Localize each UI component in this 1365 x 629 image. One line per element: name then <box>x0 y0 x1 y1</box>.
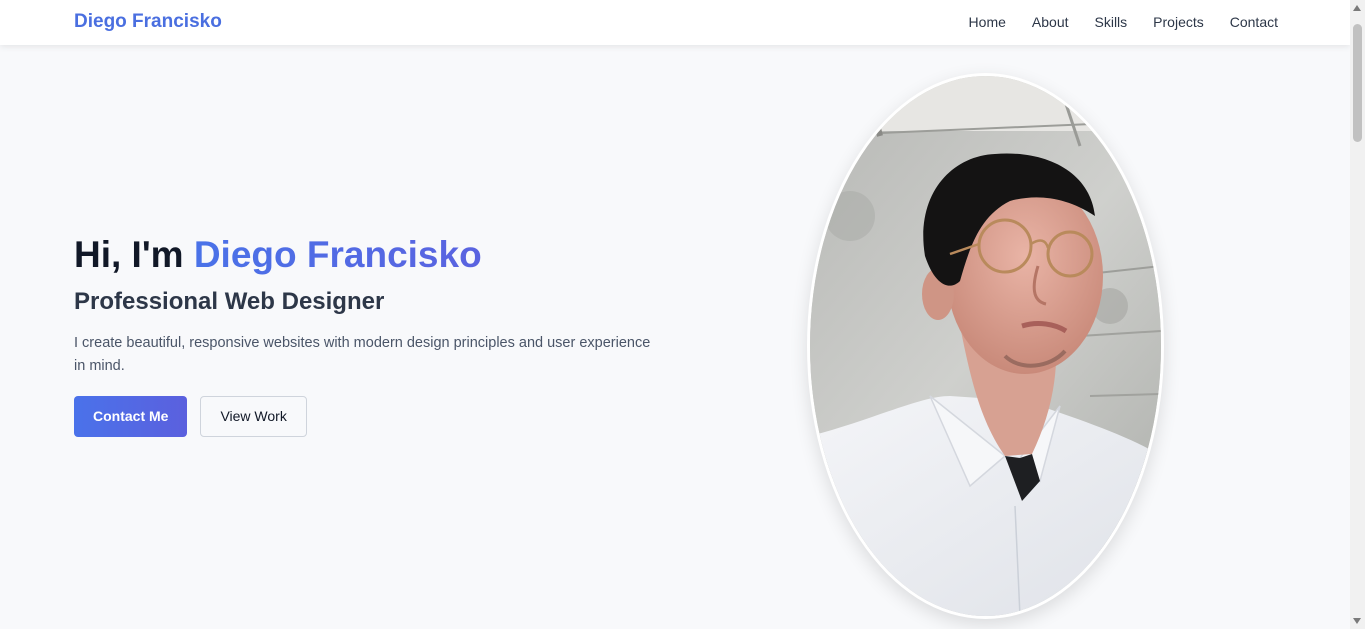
view-work-button[interactable]: View Work <box>200 395 307 437</box>
nav-link-home[interactable]: Home <box>969 14 1006 30</box>
hero-title: Hi, I'm Diego Francisko <box>74 234 664 276</box>
contact-me-button[interactable]: Contact Me <box>74 395 188 437</box>
hero-buttons: Contact Me View Work <box>74 395 664 437</box>
nav-link-skills[interactable]: Skills <box>1095 14 1128 30</box>
brand-logo[interactable]: Diego Francisko <box>74 11 222 33</box>
scroll-down-arrow-icon[interactable] <box>1353 618 1361 624</box>
scroll-up-arrow-icon[interactable] <box>1353 5 1361 11</box>
hero-subtitle: Professional Web Designer <box>74 287 385 315</box>
navbar: Diego Francisko Home About Skills Projec… <box>0 0 1350 45</box>
hero-name: Diego Francisko <box>193 234 482 275</box>
nav-menu: Home About Skills Projects Contact <box>969 14 1278 30</box>
page-scrollbar[interactable] <box>1350 0 1365 629</box>
nav-link-contact[interactable]: Contact <box>1230 14 1278 30</box>
nav-link-about[interactable]: About <box>1032 14 1069 30</box>
nav-link-projects[interactable]: Projects <box>1153 14 1204 30</box>
hero-section: Hi, I'm Diego Francisko Professional Web… <box>0 45 1350 629</box>
portrait-illustration <box>810 76 1161 616</box>
hero-description: I create beautiful, responsive websites … <box>74 334 651 374</box>
hero-greeting: Hi, I'm <box>74 234 194 275</box>
scroll-thumb[interactable] <box>1353 24 1362 142</box>
hero-text: Hi, I'm Diego Francisko Professional Web… <box>74 234 664 437</box>
profile-photo <box>807 73 1164 619</box>
